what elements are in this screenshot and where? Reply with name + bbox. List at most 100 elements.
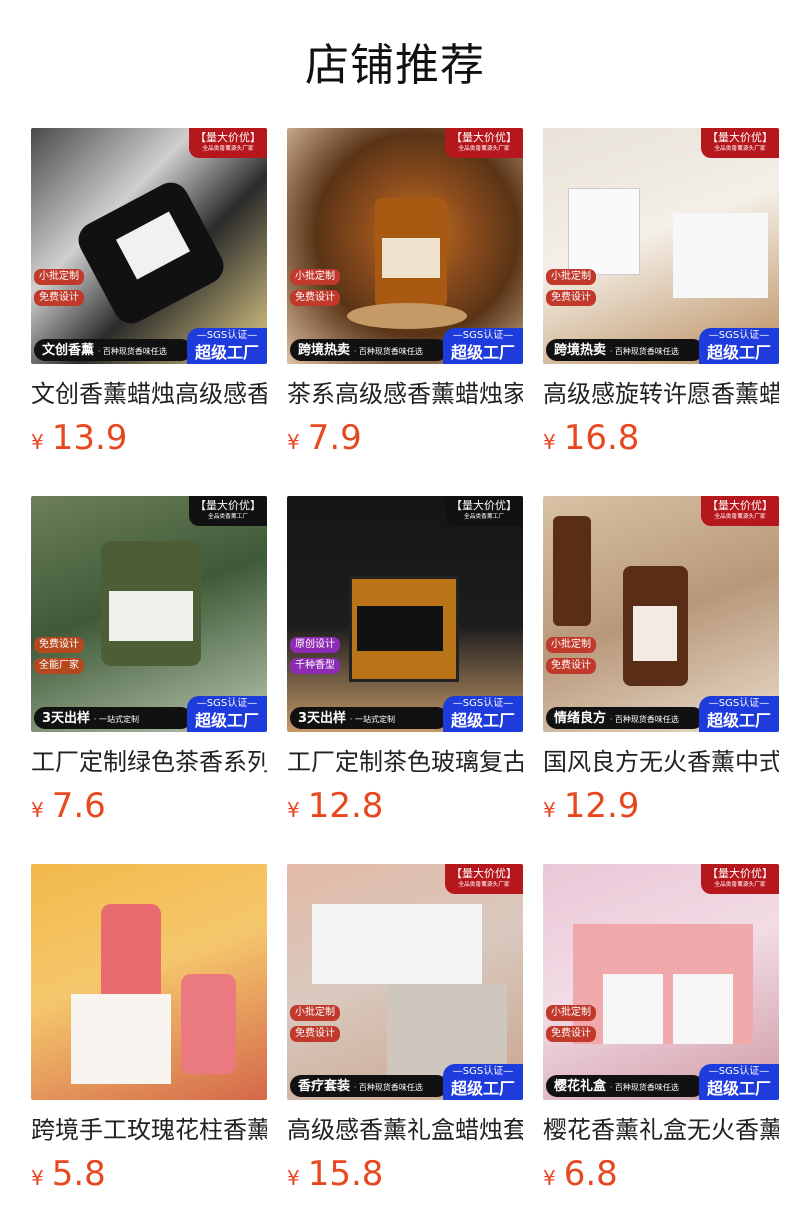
sgs-label: —SGS认证— [708, 1066, 770, 1077]
product-card[interactable]: 【量大价优】 全品类香薰源头厂家小批定制免费设计文创香薰 · 百种现货香味任选 —S… [31, 128, 267, 464]
factory-label: 超级工厂 [194, 711, 259, 730]
promo-badge: 【量大价优】 全品类香薰源头厂家 [701, 496, 779, 526]
product-name[interactable]: 樱花香薰礼盒无火香薰套装 [543, 1114, 779, 1146]
factory-label: 超级工厂 [450, 711, 515, 730]
price-value: 7.6 [51, 786, 106, 826]
page-title: 店铺推荐 [305, 40, 485, 91]
promo-strip-highlight: 文创香薰 [42, 343, 95, 358]
price-value: 16.8 [563, 418, 640, 458]
promo-badge-subtitle: 全品类香薰工厂 [208, 513, 248, 520]
product-card[interactable]: 【量大价优】 全品类香薰源头厂家 小批定制 免费设计 樱花礼盒 · 百种现货香味任选 —S… [543, 864, 779, 1200]
promo-strip-text: · 百种现货香味任选 [97, 347, 167, 356]
product-price: ¥12.8 [287, 786, 523, 832]
feature-tags: 小批定制 免费设计 [546, 269, 596, 306]
currency-symbol: ¥ [31, 798, 44, 822]
sgs-factory-badge: —SGS认证— 超级工厂 [699, 696, 779, 732]
promo-strip-highlight: 情绪良方 [554, 711, 607, 726]
feature-tags: 原创设计 千种香型 [290, 637, 340, 674]
factory-label: 超级工厂 [194, 343, 259, 362]
promo-strip-text: · 百种现货香味任选 [609, 1083, 679, 1092]
factory-label: 超级工厂 [450, 343, 515, 362]
price-value: 12.8 [307, 786, 384, 826]
feature-tag: 小批定制 [546, 1005, 596, 1021]
product-image[interactable]: 【量大价优】 全品类香薰源头厂家 小批定制 免费设计 跨境热卖 · 百种现货香味任选 —S… [287, 128, 523, 364]
feature-tag: 小批定制 [546, 637, 596, 653]
promo-badge: 【量大价优】 全品类香薰源头厂家 [445, 128, 523, 158]
currency-symbol: ¥ [31, 1166, 44, 1190]
product-price: ¥12.9 [543, 786, 779, 832]
price-value: 15.8 [307, 1154, 384, 1194]
product-card[interactable]: 【量大价优】 全品类香薰工厂 免费设计 全能厂家 3天出样 · 一站式定制 —SGS认证—… [31, 496, 267, 832]
feature-tags: 小批定制 免费设计 [290, 1005, 340, 1042]
product-name[interactable]: 国风良方无火香薰中式礼盒 [543, 746, 779, 778]
product-price: ¥7.6 [31, 786, 267, 832]
currency-symbol: ¥ [543, 1166, 556, 1190]
feature-tag: 免费设计 [34, 290, 84, 306]
promo-strip: 跨境热卖 · 百种现货香味任选 [546, 339, 704, 361]
product-price: ¥16.8 [543, 418, 779, 464]
promo-strip-highlight: 3天出样 [42, 711, 91, 726]
promo-strip: 情绪良方 · 百种现货香味任选 [546, 707, 704, 729]
product-card[interactable]: 【量大价优】 全品类香薰源头厂家 小批定制 免费设计 香疗套装 · 百种现货香味任选 —S… [287, 864, 523, 1200]
sgs-factory-badge: —SGS认证— 超级工厂 [443, 696, 523, 732]
feature-tag: 小批定制 [34, 269, 84, 285]
product-image[interactable]: 【量大价优】 全品类香薰源头厂家 小批定制 免费设计 樱花礼盒 · 百种现货香味任选 —S… [543, 864, 779, 1100]
feature-tags: 小批定制 免费设计 [34, 269, 84, 306]
factory-label: 超级工厂 [706, 1079, 771, 1098]
promo-badge: 【量大价优】 全品类香薰源头厂家 [701, 128, 779, 158]
promo-badge: 【量大价优】 全品类香薰源头厂家 [189, 128, 267, 158]
promo-badge-title: 【量大价优】 [451, 499, 517, 512]
sgs-factory-badge: —SGS认证— 超级工厂 [699, 1064, 779, 1100]
feature-tag: 全能厂家 [34, 658, 84, 674]
product-card[interactable]: 跨境手工玫瑰花柱香薰蜡烛 ¥5.8 [31, 864, 267, 1200]
currency-symbol: ¥ [287, 430, 300, 454]
product-card[interactable]: 【量大价优】 全品类香薰源头厂家 小批定制 免费设计 情绪良方 · 百种现货香味任选 —S… [543, 496, 779, 832]
feature-tags: 小批定制 免费设计 [546, 637, 596, 674]
product-image[interactable]: 【量大价优】 全品类香薰源头厂家 小批定制 免费设计 香疗套装 · 百种现货香味任选 —S… [287, 864, 523, 1100]
promo-badge-title: 【量大价优】 [707, 131, 773, 144]
promo-badge-subtitle: 全品类香薰源头厂家 [714, 145, 766, 152]
product-price: ¥6.8 [543, 1154, 779, 1200]
product-name[interactable]: 高级感旋转许愿香薰蜡烛 [543, 378, 779, 410]
promo-badge: 【量大价优】 全品类香薰源头厂家 [701, 864, 779, 894]
feature-tags: 小批定制 免费设计 [290, 269, 340, 306]
product-image[interactable]: 【量大价优】 全品类香薰源头厂家 小批定制 免费设计 情绪良方 · 百种现货香味任选 —S… [543, 496, 779, 732]
feature-tags: 小批定制 免费设计 [546, 1005, 596, 1042]
feature-tag: 免费设计 [290, 290, 340, 306]
promo-strip-highlight: 跨境热卖 [554, 343, 607, 358]
promo-badge-title: 【量大价优】 [451, 131, 517, 144]
product-price: ¥7.9 [287, 418, 523, 464]
feature-tag: 免费设计 [546, 658, 596, 674]
sgs-label: —SGS认证— [452, 1066, 514, 1077]
promo-badge-subtitle: 全品类香薰源头厂家 [714, 881, 766, 888]
price-value: 7.9 [307, 418, 362, 458]
product-name[interactable]: 工厂定制茶色玻璃复古蜡烛 [287, 746, 523, 778]
price-value: 12.9 [563, 786, 640, 826]
sgs-label: —SGS认证— [196, 330, 258, 341]
product-image[interactable]: 【量大价优】 全品类香薰源头厂家 小批定制 免费设计 跨境热卖 · 百种现货香味任选 —S… [543, 128, 779, 364]
product-card[interactable]: 【量大价优】 全品类香薰源头厂家 小批定制 免费设计 跨境热卖 · 百种现货香味任选 —S… [543, 128, 779, 464]
factory-label: 超级工厂 [706, 343, 771, 362]
product-name[interactable]: 高级感香薰礼盒蜡烛套装 [287, 1114, 523, 1146]
product-name[interactable]: 跨境手工玫瑰花柱香薰蜡烛 [31, 1114, 267, 1146]
product-name[interactable]: 文创香薰蜡烛高级感香薰 [31, 378, 267, 410]
factory-label: 超级工厂 [706, 711, 771, 730]
product-image[interactable]: 【量大价优】 全品类香薰工厂 原创设计 千种香型 3天出样 · 一站式定制 —SGS认证—… [287, 496, 523, 732]
price-value: 13.9 [51, 418, 128, 458]
promo-badge-subtitle: 全品类香薰工厂 [464, 513, 504, 520]
product-card[interactable]: 【量大价优】 全品类香薰源头厂家 小批定制 免费设计 跨境热卖 · 百种现货香味任选 —S… [287, 128, 523, 464]
promo-badge-subtitle: 全品类香薰源头厂家 [202, 145, 254, 152]
product-card[interactable]: 【量大价优】 全品类香薰工厂 原创设计 千种香型 3天出样 · 一站式定制 —SGS认证—… [287, 496, 523, 832]
feature-tag: 小批定制 [546, 269, 596, 285]
feature-tag: 小批定制 [290, 1005, 340, 1021]
product-price: ¥13.9 [31, 418, 267, 464]
product-name[interactable]: 茶系高级感香薰蜡烛家用 [287, 378, 523, 410]
promo-badge-title: 【量大价优】 [707, 867, 773, 880]
product-image[interactable]: 【量大价优】 全品类香薰工厂 免费设计 全能厂家 3天出样 · 一站式定制 —SGS认证—… [31, 496, 267, 732]
product-name[interactable]: 工厂定制绿色茶香系列蜡烛 [31, 746, 267, 778]
promo-strip-text: · 百种现货香味任选 [609, 715, 679, 724]
product-image[interactable]: 【量大价优】 全品类香薰源头厂家小批定制免费设计文创香薰 · 百种现货香味任选 —S… [31, 128, 267, 364]
product-image[interactable] [31, 864, 267, 1100]
currency-symbol: ¥ [543, 430, 556, 454]
promo-badge: 【量大价优】 全品类香薰源头厂家 [445, 864, 523, 894]
